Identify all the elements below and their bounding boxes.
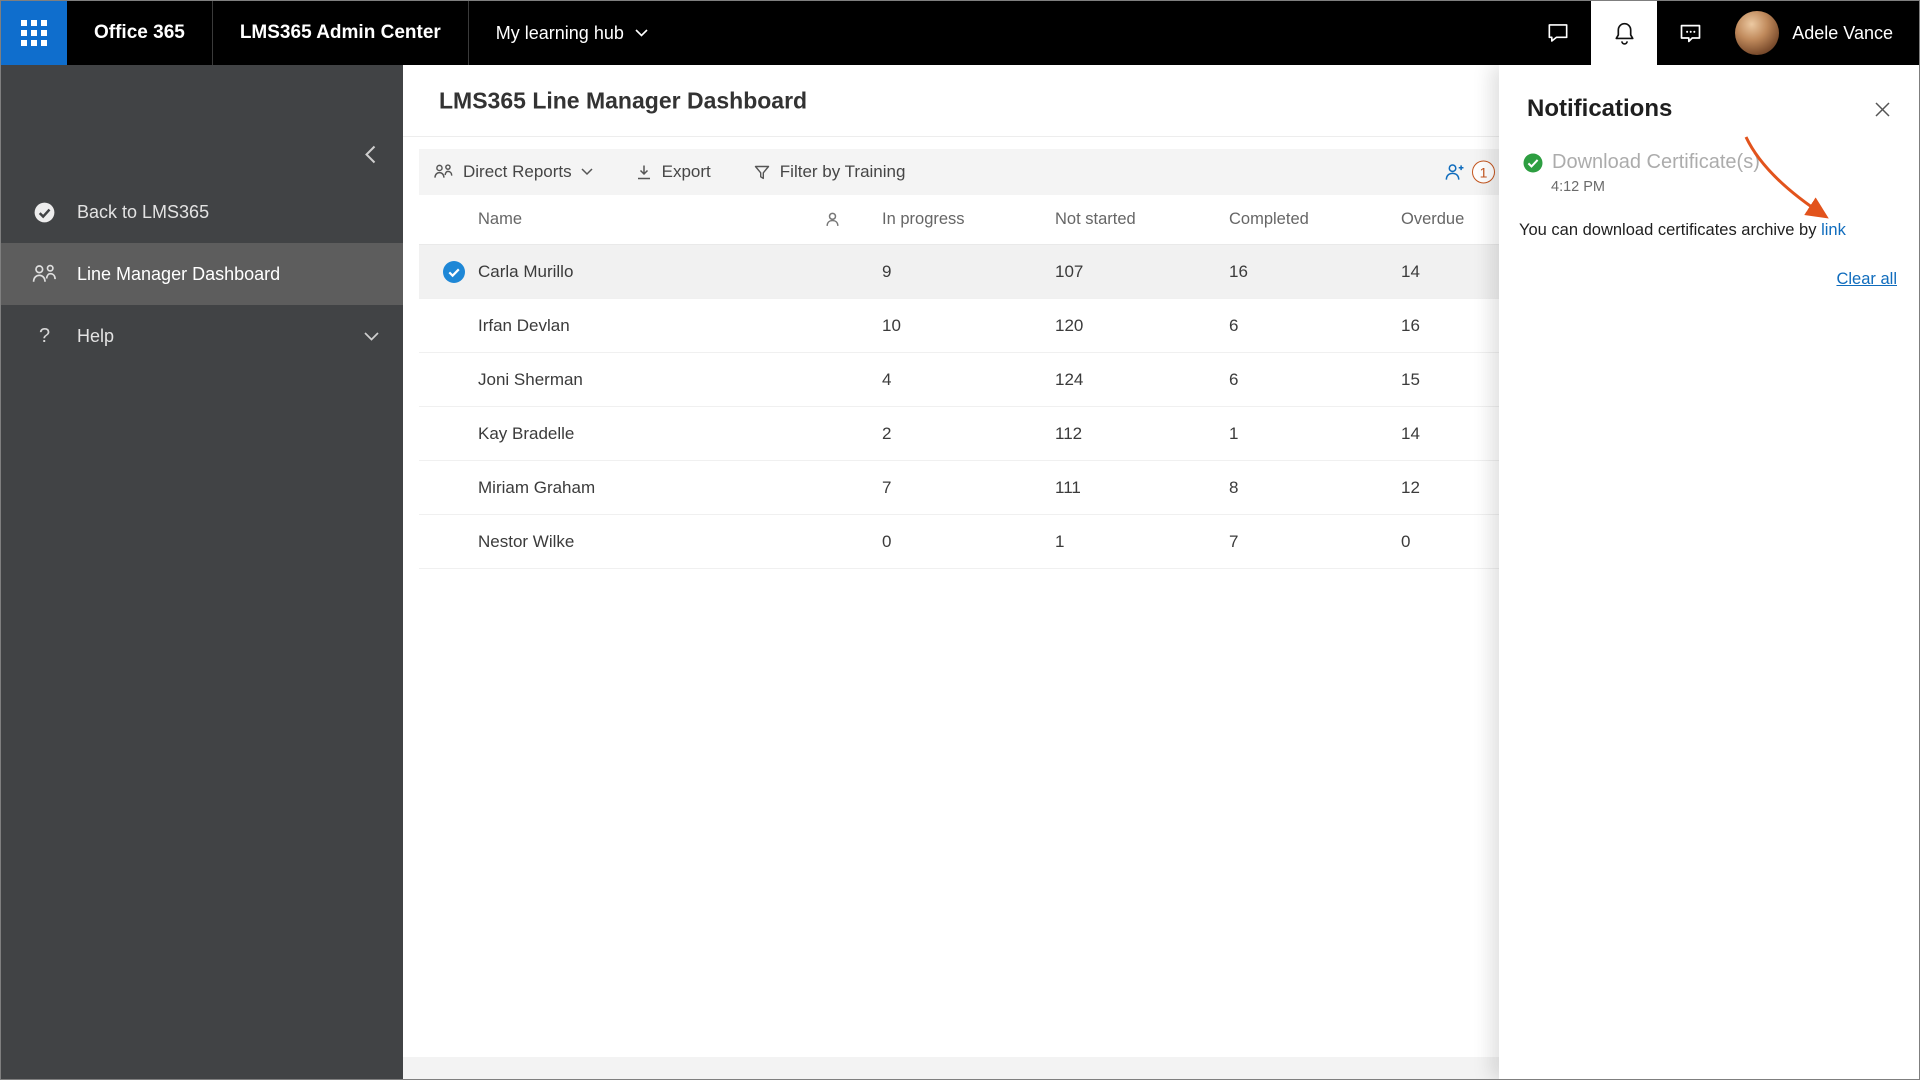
cell-in-progress: 2 [882,423,892,443]
chevron-down-icon [581,168,593,176]
notifications-panel: Notifications Download Certificate(s) 4:… [1499,65,1919,1079]
cell-in-progress: 4 [882,369,892,389]
employee-name: Irfan Devlan [478,315,570,335]
cell-completed: 7 [1229,531,1239,551]
chat-button[interactable] [1525,1,1591,65]
person-add-icon [1443,163,1464,182]
cell-in-progress: 9 [882,261,892,281]
chevron-down-icon [364,331,379,341]
user-name: Adele Vance [1792,22,1893,43]
cell-in-progress: 10 [882,315,901,335]
cell-completed: 6 [1229,369,1239,389]
org-people-icon [433,163,454,181]
learning-hub-dropdown[interactable]: My learning hub [469,1,675,65]
cell-not-started: 111 [1055,477,1081,497]
sidebar-item-back-to-lms365[interactable]: Back to LMS365 [1,181,403,243]
cell-not-started: 112 [1055,423,1083,443]
column-header-name[interactable]: Name [419,210,824,229]
admin-center-link[interactable]: LMS365 Admin Center [213,1,469,65]
sidebar-nav: Back to LMS365 Line Manager Dashboard ? … [1,181,403,367]
app-launcher-button[interactable] [1,1,67,65]
chat-icon [1545,20,1571,46]
account-menu[interactable]: Adele Vance [1723,1,1919,65]
notification-timestamp: 4:12 PM [1551,179,1605,195]
employee-name: Kay Bradelle [478,423,575,443]
cell-not-started: 1 [1055,531,1065,551]
download-certificates-link[interactable]: link [1821,221,1846,239]
cell-not-started: 124 [1055,369,1084,389]
employee-name: Joni Sherman [478,369,583,389]
cell-completed: 6 [1229,315,1239,335]
feedback-button[interactable] [1657,1,1723,65]
avatar [1735,11,1780,55]
column-header-completed[interactable]: Completed [1229,210,1401,229]
suite-top-bar: Office 365 LMS365 Admin Center My learni… [1,1,1919,65]
employee-name: Nestor Wilke [478,531,575,551]
sidebar-item-help[interactable]: ? Help [1,305,403,367]
sidebar-item-line-manager-dashboard[interactable]: Line Manager Dashboard [1,243,403,305]
direct-reports-dropdown[interactable]: Direct Reports [433,162,593,182]
cell-completed: 8 [1229,477,1239,497]
download-icon [635,163,653,181]
column-header-person[interactable] [824,211,882,228]
notifications-title: Notifications [1527,95,1673,122]
notification-body: You can download certificates archive by… [1519,221,1846,239]
cell-in-progress: 7 [882,477,892,497]
filter-by-training-button[interactable]: Filter by Training [753,162,905,182]
application-window: Office 365 LMS365 Admin Center My learni… [0,0,1920,1080]
left-navigation: Back to LMS365 Line Manager Dashboard ? … [1,65,403,1079]
lms365-logo-icon [31,200,58,225]
employee-name: Carla Murillo [478,261,574,281]
clear-all-link[interactable]: Clear all [1499,270,1919,289]
close-panel-button[interactable] [1870,97,1895,122]
cell-completed: 16 [1229,261,1248,281]
row-selected-check-icon[interactable] [443,260,465,283]
filter-icon [753,163,771,181]
org-people-icon [31,263,58,286]
cell-in-progress: 0 [882,531,892,551]
waffle-icon [21,20,47,46]
help-icon: ? [38,324,51,347]
cell-not-started: 120 [1055,315,1084,335]
chevron-down-icon [635,29,648,37]
bell-icon [1611,20,1638,47]
cell-not-started: 107 [1055,261,1084,281]
notifications-button[interactable] [1591,1,1658,65]
feedback-icon [1677,20,1704,47]
column-header-in-progress[interactable]: In progress [882,210,1055,229]
page-title: LMS365 Line Manager Dashboard [439,87,808,113]
office365-link[interactable]: Office 365 [67,1,213,65]
notification-item[interactable]: Download Certificate(s) [1499,123,1919,174]
cell-completed: 1 [1229,423,1239,443]
export-button[interactable]: Export [635,162,711,182]
employee-name: Miriam Graham [478,477,596,497]
column-header-not-started[interactable]: Not started [1055,210,1229,229]
success-check-icon [1523,153,1543,173]
pending-requests-indicator[interactable]: 1 [1443,160,1495,184]
notification-item-title: Download Certificate(s) [1552,151,1760,173]
notification-count-badge: 1 [1472,160,1495,184]
collapse-sidebar-button[interactable] [355,139,385,169]
